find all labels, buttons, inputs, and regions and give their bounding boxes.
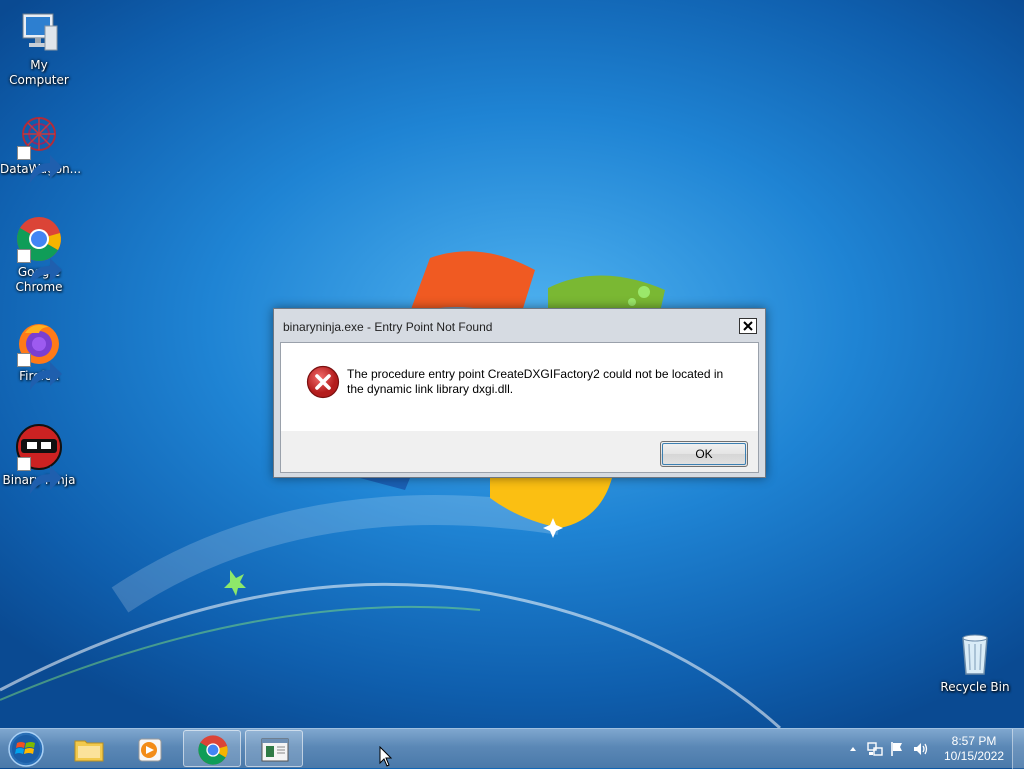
- media-player-icon: [138, 738, 162, 762]
- ok-button[interactable]: OK: [660, 441, 748, 467]
- clock-time: 8:57 PM: [951, 734, 997, 748]
- button-area: OK: [281, 431, 758, 472]
- windows-logo-icon: [8, 731, 44, 767]
- desktop-icon-recycle-bin[interactable]: Recycle Bin: [936, 630, 1014, 695]
- mouse-cursor-icon: [379, 746, 393, 767]
- volume-icon[interactable]: [912, 740, 930, 758]
- dialog-title: binaryninja.exe - Entry Point Not Found: [283, 320, 493, 334]
- close-button[interactable]: [739, 318, 757, 334]
- show-desktop-button[interactable]: [1012, 729, 1024, 769]
- firefox-icon: [15, 319, 63, 390]
- desktop-icon-label: My Computer: [9, 58, 69, 87]
- close-icon: [743, 321, 753, 331]
- desktop-icon-label: Recycle Bin: [940, 680, 1010, 694]
- desktop-icon-google-chrome[interactable]: Google Chrome: [0, 215, 78, 295]
- folder-icon: [74, 740, 104, 762]
- chrome-icon: [15, 215, 63, 286]
- error-dialog: binaryninja.exe - Entry Point Not Found …: [273, 308, 766, 478]
- taskbar-window-button[interactable]: [245, 730, 303, 767]
- taskbar: 8:57 PM 10/15/2022: [0, 728, 1024, 769]
- taskbar-chrome-button[interactable]: [183, 730, 241, 767]
- dialog-titlebar[interactable]: binaryninja.exe - Entry Point Not Found: [274, 309, 765, 342]
- binary-ninja-icon: [15, 423, 63, 494]
- chrome-icon: [198, 735, 228, 765]
- error-icon: [306, 365, 340, 399]
- datawagon-icon: [15, 112, 63, 183]
- error-message: The procedure entry point CreateDXGIFact…: [347, 367, 747, 397]
- shortcut-arrow-icon: [17, 353, 62, 390]
- action-center-flag-icon[interactable]: [888, 740, 906, 758]
- error-message-line1: The procedure entry point CreateDXGIFact…: [347, 367, 724, 381]
- chevron-up-icon: [850, 747, 856, 751]
- taskbar-explorer-button[interactable]: [60, 730, 118, 767]
- error-message-line2: the dynamic link library dxgi.dll.: [347, 382, 514, 396]
- message-area: The procedure entry point CreateDXGIFact…: [281, 343, 758, 431]
- show-hidden-icons-button[interactable]: [844, 740, 862, 758]
- shortcut-arrow-icon: [17, 457, 62, 494]
- computer-icon: [15, 8, 63, 56]
- desktop-icon-my-computer[interactable]: My Computer: [0, 8, 78, 88]
- shortcut-arrow-icon: [17, 249, 62, 286]
- taskbar-media-player-button[interactable]: [120, 730, 178, 767]
- desktop-icon-datawagon[interactable]: DataWagon...: [0, 112, 81, 183]
- clock[interactable]: 8:57 PM 10/15/2022: [935, 734, 1013, 764]
- network-icon[interactable]: [866, 740, 884, 758]
- clock-date: 10/15/2022: [943, 749, 1005, 763]
- window-icon: [261, 738, 289, 762]
- shortcut-arrow-icon: [17, 146, 62, 183]
- recycle-bin-icon: [951, 630, 999, 678]
- desktop-icon-binary-ninja[interactable]: Binary Ninja: [0, 423, 78, 494]
- start-button[interactable]: [4, 730, 48, 768]
- dialog-content: The procedure entry point CreateDXGIFact…: [280, 342, 759, 473]
- desktop-icon-firefox[interactable]: Firefox: [0, 319, 78, 390]
